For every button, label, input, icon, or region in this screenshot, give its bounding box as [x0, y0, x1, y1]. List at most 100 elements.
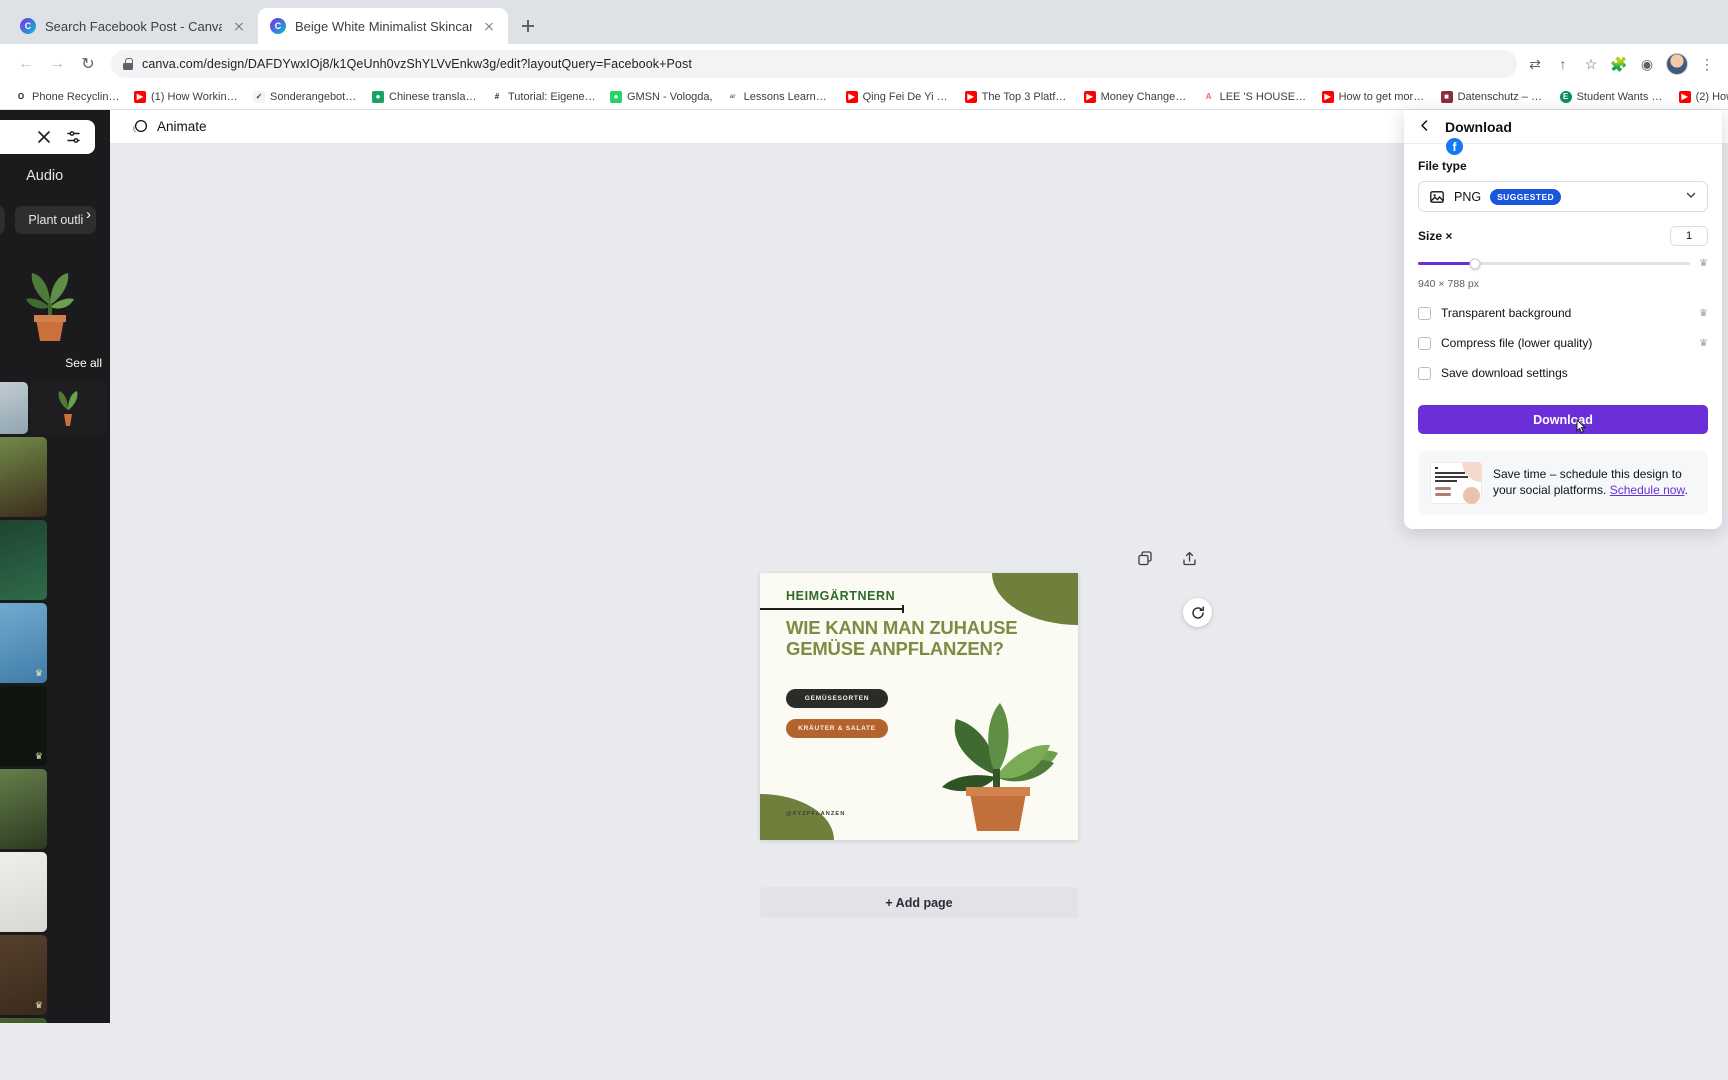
size-slider[interactable]	[1418, 258, 1691, 269]
browser-tab-1[interactable]: C Search Facebook Post - Canva	[8, 8, 258, 44]
file-type-select[interactable]: PNG SUGGESTED	[1418, 181, 1708, 212]
bookmark-favicon: O	[15, 90, 27, 103]
bookmark-label: (1) How Working a...	[151, 90, 239, 103]
checkbox-row-compress-file[interactable]: Compress file (lower quality) ♛	[1418, 336, 1708, 350]
bookmark-label: Tutorial: Eigene Fa...	[508, 90, 596, 103]
duplicate-page-icon[interactable]	[1137, 550, 1154, 567]
animate-button[interactable]: Animate	[124, 115, 215, 139]
bookmark-item[interactable]: ● GMSN - Vologda,	[603, 86, 720, 108]
result-thumb[interactable]	[0, 1018, 47, 1023]
share-page-icon[interactable]	[1181, 550, 1198, 567]
suggested-badge: SUGGESTED	[1490, 188, 1562, 205]
bookmark-item[interactable]: O Phone Recycling....	[8, 86, 127, 108]
chip-plant-outline[interactable]: Plant outli	[15, 206, 97, 234]
panel-title: Download	[1445, 118, 1512, 135]
schedule-now-link[interactable]: Schedule now	[1610, 483, 1685, 497]
avatar[interactable]	[1666, 53, 1688, 75]
reload-icon[interactable]: ↻	[74, 50, 102, 78]
tab-audio[interactable]: Audio	[26, 168, 63, 184]
bookmark-item[interactable]: ■ Datenschutz – Re...	[1434, 86, 1553, 108]
slider-knob[interactable]	[1469, 258, 1481, 269]
chevron-right-icon[interactable]: ›	[86, 206, 91, 223]
checkbox[interactable]	[1418, 366, 1431, 380]
crown-icon: ♛	[34, 668, 43, 678]
chip-plant[interactable]: ant	[0, 206, 6, 234]
size-pixels-text: 940 × 788 px	[1418, 278, 1480, 290]
filter-sliders-icon[interactable]	[65, 128, 83, 146]
bookmark-item[interactable]: ▶ The Top 3 Platfor...	[958, 86, 1077, 108]
result-thumb[interactable]: ♛	[0, 935, 47, 1015]
bookmark-item[interactable]: ar Lessons Learned f...	[720, 86, 839, 108]
omnibox-row: ← → ↻ canva.com/design/DAFDYwxIOj8/k1QeU…	[0, 44, 1728, 84]
bookmark-item[interactable]: ▶ Money Changes E...	[1077, 86, 1196, 108]
new-tab-button[interactable]	[514, 12, 542, 40]
design-plant-illustration[interactable]	[920, 689, 1072, 834]
bookmark-item[interactable]: ▶ Qing Fei De Yi - Y...	[839, 86, 958, 108]
design-handle-text[interactable]: @XYZPFLANZEN	[786, 811, 845, 817]
crown-icon: ♛	[1699, 258, 1708, 269]
translate-icon[interactable]: ⇄	[1526, 55, 1544, 73]
checkbox[interactable]	[1418, 306, 1431, 320]
design-pill-gemusesorten[interactable]: GEMÜSESORTEN	[786, 689, 888, 708]
result-thumb[interactable]: ♛	[0, 603, 47, 683]
result-thumb[interactable]	[0, 437, 47, 517]
back-icon[interactable]: ←	[12, 50, 40, 78]
share-icon[interactable]: ↑	[1554, 55, 1572, 73]
result-thumb[interactable]	[0, 382, 28, 434]
refresh-icon[interactable]	[1183, 598, 1212, 627]
add-page-button[interactable]: + Add page	[760, 887, 1078, 918]
chevron-down-icon[interactable]	[1685, 189, 1697, 204]
download-button[interactable]: Download	[1418, 405, 1708, 434]
more-menu-icon[interactable]: ⋮	[1698, 55, 1716, 73]
address-bar[interactable]: canva.com/design/DAFDYwxIOj8/k1QeUnh0vzS…	[111, 50, 1517, 78]
bookmark-favicon: ■	[1440, 90, 1453, 103]
panel-tabs: Videos Audio	[0, 168, 63, 184]
close-icon[interactable]	[481, 18, 497, 34]
forward-icon[interactable]: →	[43, 50, 71, 78]
design-pill-krauter-salate[interactable]: KRÄUTER & SALATE	[786, 719, 888, 738]
search-input[interactable]	[0, 120, 95, 154]
size-input[interactable]	[1670, 226, 1708, 246]
result-thumb[interactable]	[0, 520, 47, 600]
bookmark-item[interactable]: ✓ Sonderangebot! l...	[246, 86, 365, 108]
result-thumb[interactable]	[0, 852, 47, 932]
bookmark-item[interactable]: ● Chinese translatio...	[365, 86, 484, 108]
bookmark-label: Phone Recycling....	[32, 90, 120, 103]
animate-circle-icon	[132, 119, 148, 135]
close-icon[interactable]	[231, 18, 247, 34]
crown-icon: ♛	[1699, 307, 1708, 319]
bookmark-item[interactable]: # Tutorial: Eigene Fa...	[484, 86, 603, 108]
bookmark-favicon: ▶	[1083, 90, 1096, 103]
apps-grid-icon[interactable]: ◉	[1638, 55, 1656, 73]
bookmark-item[interactable]: ▶ (2) How To Add A...	[1672, 86, 1728, 108]
browser-chrome: C Search Facebook Post - Canva C Beige W…	[0, 0, 1728, 110]
bookmark-item[interactable]: ▶ How to get more v...	[1315, 86, 1434, 108]
bookmark-item[interactable]: E Student Wants an...	[1553, 86, 1672, 108]
extensions-puzzle-icon[interactable]: 🧩	[1610, 55, 1628, 73]
omnibox-actions: ⇄ ↑ ☆ 🧩 ◉ ⋮	[1526, 53, 1716, 75]
bookmark-favicon: ●	[610, 90, 622, 103]
bookmark-favicon: E	[1559, 90, 1572, 103]
bookmark-star-icon[interactable]: ☆	[1582, 55, 1600, 73]
result-thumb[interactable]	[0, 769, 47, 849]
design-canvas[interactable]: HEIMGÄRTNERN WIE KANN MAN ZUHAUSE GEMÜSE…	[760, 573, 1078, 840]
bookmark-item[interactable]: A LEE 'S HOUSE—...	[1196, 86, 1315, 108]
design-kicker-text[interactable]: HEIMGÄRTNERN	[786, 589, 895, 603]
result-thumb[interactable]	[31, 382, 107, 434]
bookmark-favicon: #	[491, 90, 503, 103]
panel-hero-plant-image[interactable]	[0, 256, 110, 346]
checkbox-row-transparent-background[interactable]: Transparent background ♛	[1418, 306, 1708, 320]
schedule-promo-card[interactable]: f Save time – schedule this design to yo…	[1418, 138, 1708, 515]
bookmark-favicon: ar	[726, 90, 739, 103]
promo-thumbnail	[1430, 462, 1482, 504]
checkbox[interactable]	[1418, 336, 1431, 350]
result-thumb[interactable]: ♛	[0, 686, 47, 766]
see-all-link[interactable]: See all	[65, 356, 102, 370]
design-headline-text[interactable]: WIE KANN MAN ZUHAUSE GEMÜSE ANPFLANZEN?	[786, 617, 1026, 660]
bookmark-label: (2) How To Add A...	[1695, 90, 1728, 103]
checkbox-row-save-download-settings[interactable]: Save download settings	[1418, 366, 1708, 380]
chevron-left-icon[interactable]	[1418, 119, 1431, 135]
browser-tab-2[interactable]: C Beige White Minimalist Skincar	[258, 8, 508, 44]
close-icon[interactable]	[35, 128, 53, 146]
bookmark-item[interactable]: ▶ (1) How Working a...	[127, 86, 246, 108]
